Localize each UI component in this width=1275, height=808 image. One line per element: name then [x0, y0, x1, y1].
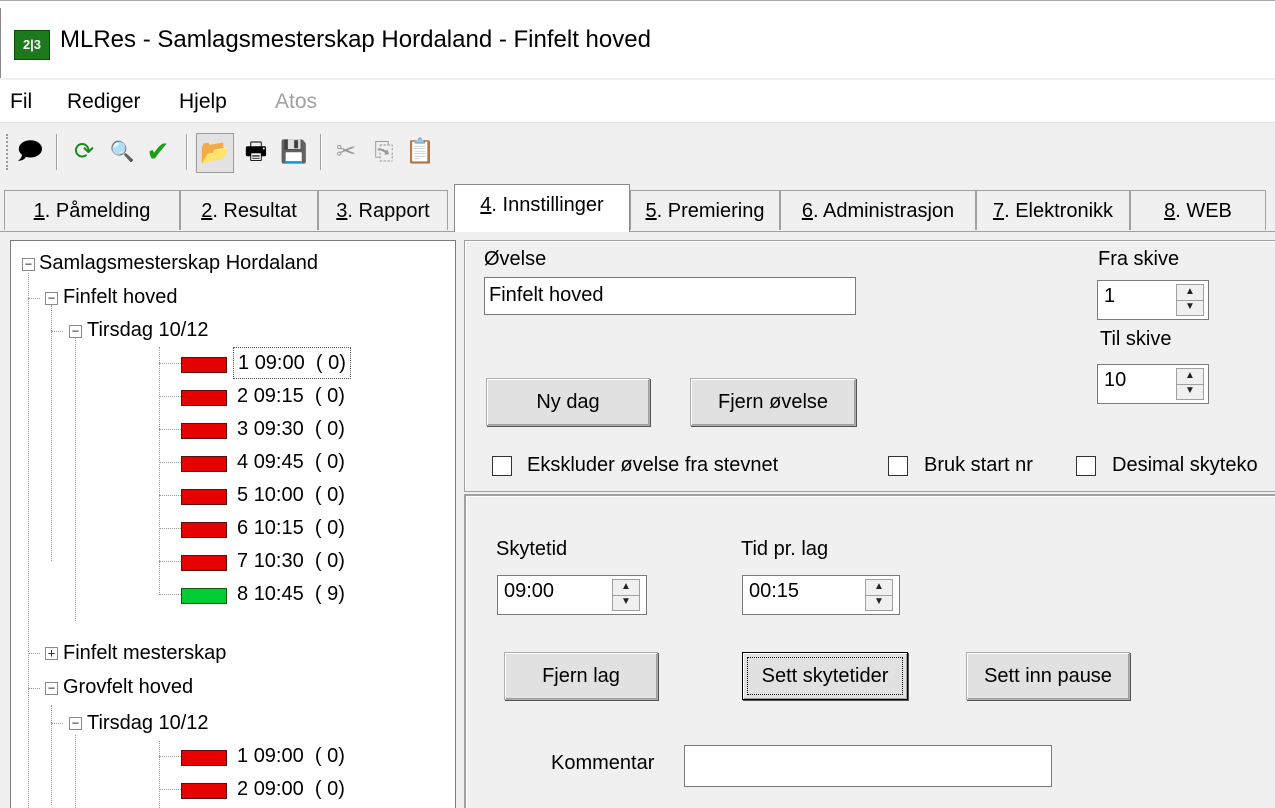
desimal-checkbox[interactable]	[1076, 456, 1096, 476]
search-icon[interactable]: 🔍	[106, 136, 138, 168]
tab-innstillinger[interactable]: 4. Innstillinger	[454, 184, 630, 232]
status-flag-red	[181, 423, 227, 439]
status-flag-red	[181, 357, 227, 373]
ovelse-label: Øvelse	[484, 248, 547, 270]
tree-root[interactable]: Samlagsmesterskap Hordaland	[39, 247, 318, 279]
ekskluder-checkbox[interactable]	[492, 456, 512, 476]
collapse-icon[interactable]: −	[22, 258, 35, 271]
window-title: MLRes - Samlagsmesterskap Hordaland - Fi…	[60, 26, 651, 53]
speech-bubble-icon[interactable]: 🗩	[14, 136, 46, 168]
collapse-icon[interactable]: −	[45, 292, 58, 305]
tree-event[interactable]: Finfelt hoved	[63, 281, 178, 313]
status-flag-red	[181, 489, 227, 505]
cut-icon[interactable]: ✂	[330, 136, 362, 168]
status-flag-red	[181, 522, 227, 538]
spin-down-icon[interactable]: ▼	[1177, 300, 1203, 315]
tid-pr-lag-spinner[interactable]: 00:15 ▲ ▼	[742, 575, 900, 615]
collapse-icon[interactable]: −	[45, 682, 58, 695]
tree-relay[interactable]: 1 09:00 ( 0)	[237, 740, 345, 772]
status-flag-red	[181, 750, 227, 766]
menu-rediger[interactable]: Rediger	[67, 90, 141, 114]
tree-connector	[51, 305, 52, 561]
paste-icon[interactable]: 📋	[404, 136, 436, 168]
toolbar	[0, 123, 1275, 183]
tree-relay[interactable]: 2 09:15 ( 0)	[237, 380, 345, 412]
tree-relay[interactable]: 5 10:00 ( 0)	[237, 479, 345, 511]
tree-connector	[75, 335, 76, 621]
menu-fil[interactable]: Fil	[10, 90, 32, 114]
fjern-lag-button[interactable]: Fjern lag	[504, 652, 658, 700]
app-icon: 2|3	[14, 30, 50, 60]
open-folder-icon[interactable]: 📂	[196, 133, 234, 173]
kommentar-label: Kommentar	[551, 752, 655, 774]
status-flag-red	[181, 456, 227, 472]
fra-skive-label: Fra skive	[1098, 248, 1180, 270]
tree-relay[interactable]: 4 09:45 ( 0)	[237, 446, 345, 478]
status-flag-green	[181, 588, 227, 604]
tab-administrasjon[interactable]: 6. Administrasjon	[780, 190, 976, 230]
fjern-ovelse-button[interactable]: Fjern øvelse	[690, 378, 856, 426]
spin-down-icon[interactable]: ▼	[866, 595, 892, 610]
tab-premiering[interactable]: 5. Premiering	[630, 190, 780, 230]
print-icon[interactable]: 🖶	[240, 136, 272, 168]
tree-relay[interactable]: 7 10:30 ( 0)	[237, 545, 345, 577]
toolbar-separator	[56, 134, 58, 170]
tree-relay[interactable]: 3 09:30 ( 0)	[237, 413, 345, 445]
refresh-icon[interactable]: ⟳	[68, 136, 100, 168]
tab-elektronikk[interactable]: 7. Elektronikk	[976, 190, 1130, 230]
ny-dag-button[interactable]: Ny dag	[486, 378, 650, 426]
status-flag-red	[181, 783, 227, 799]
tid-pr-lag-label: Tid pr. lag	[741, 538, 829, 560]
event-tree[interactable]: − Samlagsmesterskap Hordaland − Finfelt …	[10, 240, 456, 808]
desimal-label: Desimal skyteko	[1112, 454, 1258, 476]
tab-strip-line	[0, 231, 1275, 232]
checkmark-icon[interactable]: ✔	[142, 136, 174, 168]
kommentar-field[interactable]	[684, 745, 1052, 787]
sett-inn-pause-button[interactable]: Sett inn pause	[966, 652, 1130, 700]
tree-connector	[51, 705, 52, 805]
sett-skytetider-button[interactable]: Sett skytetider	[742, 652, 908, 700]
tree-relay[interactable]: 2 09:00 ( 0)	[237, 773, 345, 805]
tree-relay[interactable]: 6 10:15 ( 0)	[237, 512, 345, 544]
tree-connector	[75, 735, 76, 808]
collapse-icon[interactable]: −	[69, 717, 82, 730]
menu-hjelp[interactable]: Hjelp	[179, 90, 227, 114]
tree-relay[interactable]: 1 09:00 ( 0)	[233, 347, 351, 379]
tree-event[interactable]: Finfelt mesterskap	[63, 637, 226, 669]
til-skive-spinner[interactable]: 10 ▲ ▼	[1097, 364, 1209, 404]
tree-connector	[28, 273, 29, 808]
spin-up-icon[interactable]: ▲	[866, 580, 892, 596]
spin-up-icon[interactable]: ▲	[1177, 285, 1203, 301]
ovelse-name-field[interactable]: Finfelt hoved	[484, 277, 856, 315]
status-flag-red	[181, 390, 227, 406]
tree-relay[interactable]: 8 10:45 ( 9)	[237, 578, 345, 610]
tab-rapport[interactable]: 3. Rapport	[318, 190, 448, 230]
menu-atos[interactable]: Atos	[275, 90, 317, 114]
spin-down-icon[interactable]: ▼	[613, 595, 639, 610]
expand-icon[interactable]: +	[45, 647, 58, 660]
tree-event[interactable]: Grovfelt hoved	[63, 671, 193, 703]
spin-up-icon[interactable]: ▲	[1177, 369, 1203, 385]
toolbar-grip[interactable]	[6, 134, 11, 170]
toolbar-separator	[320, 134, 322, 170]
save-icon[interactable]: 💾	[278, 136, 310, 168]
fra-skive-spinner[interactable]: 1 ▲ ▼	[1097, 280, 1209, 320]
tab-pamelding[interactable]: 1. Påmelding	[4, 190, 180, 230]
copy-icon[interactable]: ⎘	[368, 136, 400, 168]
ekskluder-label: Ekskluder øvelse fra stevnet	[527, 454, 779, 476]
tab-web[interactable]: 8. WEB	[1130, 190, 1266, 230]
collapse-icon[interactable]: −	[69, 325, 82, 338]
toolbar-separator	[186, 134, 188, 170]
bruk-start-nr-label: Bruk start nr	[924, 454, 1033, 476]
bruk-start-nr-checkbox[interactable]	[888, 456, 908, 476]
skytetid-label: Skytetid	[496, 538, 568, 560]
tab-resultat[interactable]: 2. Resultat	[180, 190, 318, 230]
status-flag-red	[181, 555, 227, 571]
tree-day[interactable]: Tirsdag 10/12	[87, 707, 209, 739]
spin-up-icon[interactable]: ▲	[613, 580, 639, 596]
skytetid-spinner[interactable]: 09:00 ▲ ▼	[497, 575, 647, 615]
til-skive-label: Til skive	[1100, 328, 1172, 350]
spin-down-icon[interactable]: ▼	[1177, 384, 1203, 399]
tree-day[interactable]: Tirsdag 10/12	[87, 314, 209, 346]
